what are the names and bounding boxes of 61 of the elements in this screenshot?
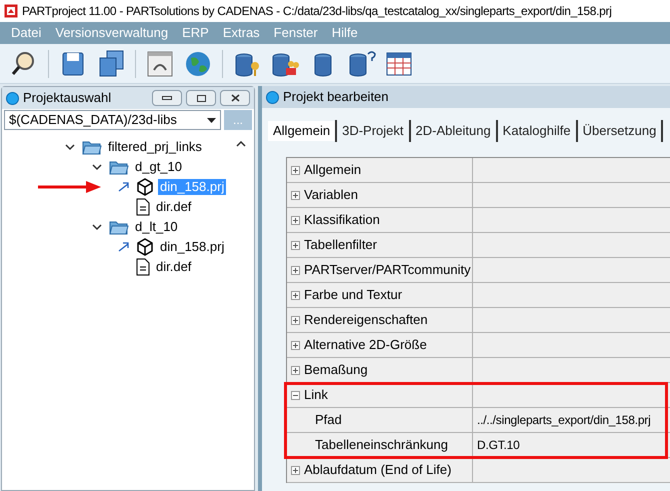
app-icon xyxy=(4,4,18,18)
property-label: Pfad xyxy=(315,411,342,430)
window-title: PARTproject 11.00 - PARTsolutions by CADENAS - C:/data/23d-libs/qa_testcatalog_xx/singleparts_export/din_158.prj xyxy=(22,3,612,20)
folder-icon xyxy=(109,159,129,175)
property-group-label: Bemaßung xyxy=(304,361,368,380)
minimize-button[interactable] xyxy=(152,90,182,106)
chevron-icon[interactable] xyxy=(92,163,102,171)
dropdown-caret-icon xyxy=(207,118,216,122)
property-group-label: Alternative 2D-Größe xyxy=(304,336,427,354)
property-group-label: Tabellenfilter xyxy=(304,236,377,254)
expand-icon[interactable] xyxy=(291,366,300,374)
property-group-label: Allgemein xyxy=(304,161,362,180)
tab[interactable]: Übersetzung xyxy=(578,121,662,141)
scroll-up-icon[interactable] xyxy=(236,141,246,147)
tab[interactable]: 3D-Projekt xyxy=(337,121,409,141)
close-button[interactable] xyxy=(220,90,250,106)
panel-circle-icon xyxy=(266,90,279,104)
document-icon xyxy=(136,198,150,216)
folder-icon xyxy=(109,219,129,235)
chevron-icon[interactable] xyxy=(92,223,102,231)
panel-title: Projektauswahl xyxy=(23,89,112,108)
property-label: Tabelleneinschränkung xyxy=(315,436,448,454)
property-group-label: Klassifikation xyxy=(304,211,380,230)
expand-icon[interactable] xyxy=(291,466,300,474)
property-value[interactable]: D.GT.10 xyxy=(477,436,520,454)
restore-icon xyxy=(196,94,206,102)
tree-item[interactable]: din_158.prj xyxy=(158,239,226,255)
property-group-label: Ablaufdatum (End of Life) xyxy=(304,461,452,480)
collapse-icon[interactable] xyxy=(291,390,300,400)
cube-icon xyxy=(136,178,154,196)
panel-title: Projekt bearbeiten xyxy=(283,88,389,106)
minimize-icon xyxy=(162,96,172,100)
tab[interactable]: Allgemein xyxy=(268,121,336,141)
property-group-label: Variablen xyxy=(304,186,358,204)
tree-item[interactable]: dir.def xyxy=(154,199,194,215)
expand-icon[interactable] xyxy=(291,316,300,324)
tab[interactable]: Kataloghilfe xyxy=(498,121,576,141)
property-group-label: Rendereigenschaften xyxy=(304,311,428,330)
property-group-label: Farbe und Textur xyxy=(304,286,402,304)
property-group-label: PARTserver/PARTcommunity xyxy=(304,261,471,280)
cube-icon xyxy=(136,238,154,256)
tree-item[interactable]: d_lt_10 xyxy=(133,219,180,235)
path-dropdown[interactable]: $(CADENAS_DATA)/23d-libs xyxy=(4,110,221,130)
expand-icon[interactable] xyxy=(291,340,300,350)
expand-icon[interactable] xyxy=(291,290,300,300)
expand-icon[interactable] xyxy=(291,266,300,274)
tree-item[interactable]: filtered_prj_links xyxy=(106,139,204,155)
tree-item[interactable]: d_gt_10 xyxy=(133,159,184,175)
tree-item[interactable]: dir.def xyxy=(154,259,194,275)
expand-icon[interactable] xyxy=(291,240,300,250)
chevron-icon[interactable] xyxy=(65,143,75,151)
property-group-label: Link xyxy=(304,386,328,404)
panel-circle-icon xyxy=(6,92,19,104)
restore-button[interactable] xyxy=(186,90,216,106)
tab[interactable]: 2D-Ableitung xyxy=(410,121,496,141)
document-icon xyxy=(136,258,150,276)
folder-icon xyxy=(82,139,102,155)
expand-icon[interactable] xyxy=(291,216,300,224)
close-icon xyxy=(230,94,240,102)
expand-icon[interactable] xyxy=(291,166,300,174)
expand-icon[interactable] xyxy=(291,190,300,200)
